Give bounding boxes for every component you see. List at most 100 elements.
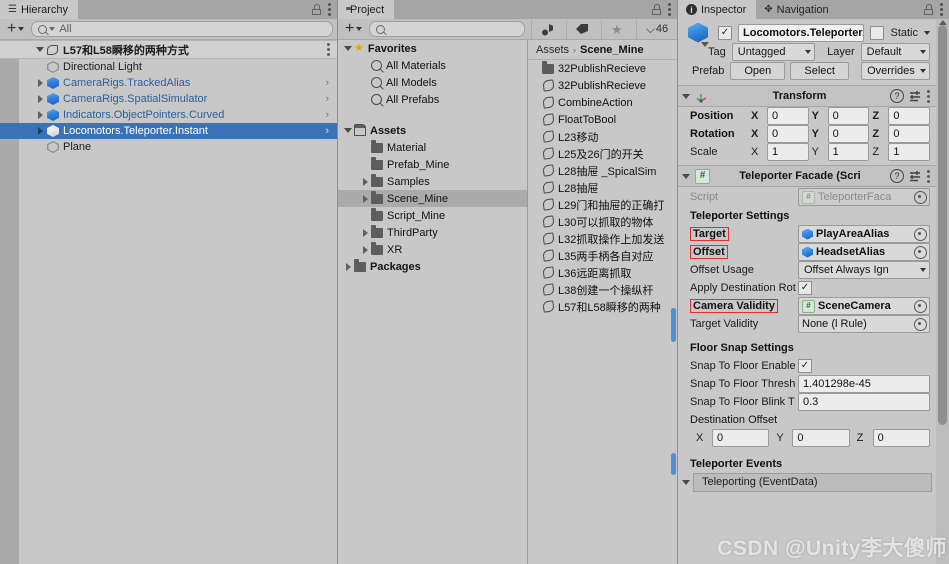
project-file-row[interactable]: 32PublishRecieve: [528, 60, 677, 77]
lock-icon[interactable]: [312, 4, 321, 15]
destination-offset-y[interactable]: 0: [792, 429, 850, 447]
object-field[interactable]: PlayAreaAlias: [798, 225, 930, 243]
gameobject-icon[interactable]: [684, 22, 712, 47]
project-file-row[interactable]: L32抓取操作上加发送: [528, 230, 677, 247]
project-tree-row[interactable]: Assets: [338, 122, 527, 139]
project-file-row[interactable]: L28抽屉 _SpicalSim: [528, 162, 677, 179]
transform-scale-y[interactable]: 1: [827, 143, 870, 161]
teleporter-menu-icon[interactable]: [927, 169, 930, 183]
transform-position-z[interactable]: 0: [888, 107, 931, 125]
inspector-scrollbar[interactable]: [936, 19, 949, 564]
project-file-row[interactable]: L57和L58瞬移的两种: [528, 298, 677, 315]
hierarchy-search-input[interactable]: All: [31, 21, 333, 37]
object-picker-icon[interactable]: [914, 245, 927, 259]
object-picker-icon[interactable]: [914, 190, 927, 204]
chevron-right-icon[interactable]: [362, 194, 368, 203]
hierarchy-tree[interactable]: L57和L58瞬移的两种方式 Directional Light CameraRi…: [0, 40, 337, 564]
project-file-row[interactable]: L28抽屉: [528, 179, 677, 196]
object-field[interactable]: None (l Rule): [798, 315, 930, 333]
project-tree-row[interactable]: All Models: [338, 74, 527, 91]
transform-component-header[interactable]: Transform ?: [678, 85, 936, 107]
prefab-open-chevron-icon[interactable]: ›: [325, 125, 329, 137]
chevron-down-icon[interactable]: [682, 93, 690, 99]
project-tree-row[interactable]: Samples: [338, 173, 527, 190]
project-list-scrollbar-lower[interactable]: [671, 453, 676, 475]
transform-position-y[interactable]: 0: [827, 107, 870, 125]
project-file-row[interactable]: L23移动: [528, 128, 677, 145]
project-tree-row[interactable]: Packages: [338, 258, 527, 275]
destination-offset-z[interactable]: 0: [872, 429, 930, 447]
tab-project[interactable]: Project: [338, 0, 395, 19]
transform-position-x[interactable]: 0: [767, 107, 809, 125]
prefab-select-button[interactable]: Select: [790, 61, 850, 80]
project-tree-row[interactable]: Prefab_Mine: [338, 156, 527, 173]
chevron-right-icon[interactable]: [37, 79, 43, 87]
project-file-row[interactable]: L35两手柄各自对应: [528, 247, 677, 264]
object-picker-icon[interactable]: [914, 227, 927, 241]
prefab-open-chevron-icon[interactable]: ›: [325, 77, 329, 89]
project-tree-row[interactable]: Material: [338, 139, 527, 156]
teleporting-event-row[interactable]: Teleporting (EventData): [678, 472, 936, 492]
hierarchy-row[interactable]: Locomotors.Teleporter.Instant ›: [0, 123, 337, 139]
object-field[interactable]: # SceneCamera: [798, 297, 930, 315]
project-file-row[interactable]: L30可以抓取的物体: [528, 213, 677, 230]
project-file-row[interactable]: 32PublishRecieve: [528, 77, 677, 94]
chevron-down-icon[interactable]: [36, 47, 44, 52]
chevron-right-icon[interactable]: [362, 245, 368, 254]
project-tree-row[interactable]: All Materials: [338, 57, 527, 74]
project-file-row[interactable]: CombineAction: [528, 94, 677, 111]
chevron-right-icon[interactable]: [37, 95, 43, 103]
tag-dropdown[interactable]: Untagged: [731, 42, 816, 61]
hierarchy-row[interactable]: Plane: [0, 139, 337, 155]
project-file-row[interactable]: L25及26门的开关: [528, 145, 677, 162]
preset-icon[interactable]: [909, 90, 922, 102]
chevron-down-icon[interactable]: [344, 46, 352, 51]
offset-usage-dropdown[interactable]: Offset Always Ign: [798, 261, 930, 279]
chevron-right-icon[interactable]: [37, 127, 43, 135]
script-field[interactable]: # TeleporterFaca: [798, 188, 930, 206]
inspector-scrollbar-thumb[interactable]: [938, 25, 947, 425]
lock-icon[interactable]: [652, 4, 661, 15]
transform-scale-x[interactable]: 1: [767, 143, 809, 161]
hierarchy-menu-icon[interactable]: [328, 3, 331, 16]
project-tree-row[interactable]: Scene_Mine: [338, 190, 527, 207]
gameobject-enabled-checkbox[interactable]: ✓: [718, 25, 732, 40]
prefab-open-chevron-icon[interactable]: ›: [325, 109, 329, 121]
prefab-overrides-dropdown[interactable]: Overrides: [861, 61, 930, 80]
teleporter-component-header[interactable]: # Teleporter Facade (Scri ?: [678, 165, 936, 187]
project-tree-row[interactable]: ★ Favorites: [338, 40, 527, 57]
chevron-down-icon[interactable]: [682, 479, 690, 485]
project-content[interactable]: Assets › Scene_Mine 32PublishRecieve 32Pu…: [527, 40, 677, 564]
hierarchy-row[interactable]: Indicators.ObjectPointers.Curved ›: [0, 107, 337, 123]
hierarchy-row[interactable]: Directional Light: [0, 59, 337, 75]
favorite-star-icon[interactable]: ★: [601, 19, 632, 39]
project-list-scrollbar[interactable]: [671, 308, 676, 342]
static-chevron-down-icon[interactable]: [924, 30, 930, 35]
prefab-open-button[interactable]: Open: [730, 61, 786, 80]
tab-inspector[interactable]: i Inspector: [678, 0, 757, 19]
inspector-menu-icon[interactable]: [940, 3, 943, 16]
hierarchy-add-button[interactable]: +: [4, 21, 27, 37]
breadcrumb-root[interactable]: Assets: [536, 44, 569, 56]
chevron-right-icon[interactable]: [37, 111, 43, 119]
project-file-row[interactable]: FloatToBool: [528, 111, 677, 128]
project-tree-row[interactable]: XR: [338, 241, 527, 258]
transform-rotation-y[interactable]: 0: [827, 125, 870, 143]
project-menu-icon[interactable]: [668, 3, 671, 16]
project-tree[interactable]: ★ Favorites All Materials All Models All Pre…: [338, 40, 527, 564]
project-file-row[interactable]: L36远距离抓取: [528, 264, 677, 281]
destination-offset-x[interactable]: 0: [712, 429, 770, 447]
project-tree-row[interactable]: Script_Mine: [338, 207, 527, 224]
transform-scale-z[interactable]: 1: [888, 143, 931, 161]
transform-rotation-z[interactable]: 0: [888, 125, 931, 143]
preset-icon[interactable]: [909, 170, 922, 182]
object-picker-icon[interactable]: [914, 299, 927, 313]
transform-rotation-x[interactable]: 0: [767, 125, 809, 143]
hierarchy-row[interactable]: CameraRigs.TrackedAlias ›: [0, 75, 337, 91]
tab-navigation[interactable]: ✥ Navigation: [756, 0, 839, 19]
chevron-right-icon[interactable]: [362, 177, 368, 186]
project-tree-row[interactable]: ThirdParty: [338, 224, 527, 241]
snap-to-floor-checkbox[interactable]: ✓: [798, 359, 812, 373]
object-picker-icon[interactable]: [914, 317, 927, 331]
prefab-open-chevron-icon[interactable]: ›: [325, 93, 329, 105]
